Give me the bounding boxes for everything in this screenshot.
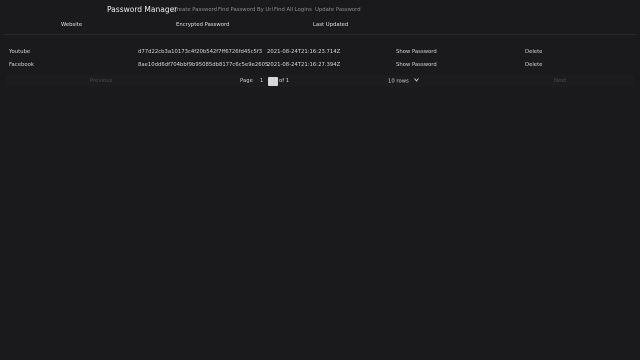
rows-per-page-select[interactable]: 10 rows [388,78,419,85]
page-label: Page [240,78,253,84]
cell-website: Facebook [9,62,34,68]
rows-per-page-value: 10 rows [388,78,409,85]
table-row: Youtube d77d22cb3a10173c4f20b542f7ff6726… [0,46,640,59]
show-password-button[interactable]: Show Password [396,49,437,55]
page-of-label: of 1 [279,78,290,84]
pagination-bar: Previous Page 1 of 1 10 rows Next [6,75,634,87]
cell-encrypted-password: d77d22cb3a10173c4f20b542f7ff6726fd45c5f3 [138,49,263,55]
navbar: Password Manager Create Password Find Pa… [0,0,640,20]
page-number: 1 [260,78,264,84]
header-divider [4,34,636,35]
column-header-website: Website [61,22,83,28]
cell-last-updated: 2021-08-24T21:16:27.394Z [267,62,341,68]
column-header-last-updated: Last Updated [313,22,349,28]
brand-title[interactable]: Password Manager [107,5,177,14]
cell-website: Youtube [9,49,31,55]
password-manager-page: Password Manager Create Password Find Pa… [0,0,640,360]
cell-encrypted-password: 8ae10dd6df704bbf9b95085db8177c6c5e9e2605 [138,62,269,68]
column-header-encrypted-password: Encrypted Password [176,22,230,28]
next-button[interactable]: Next [554,78,566,84]
delete-button[interactable]: Delete [525,62,542,68]
previous-button[interactable]: Previous [90,78,112,84]
nav-find-password-by-url[interactable]: Find Password By Url [218,7,273,13]
cell-last-updated: 2021-08-24T21:16:23.714Z [267,49,341,55]
nav-update-password[interactable]: Update Password [315,7,361,13]
table-row: Facebook 8ae10dd6df704bbf9b95085db8177c6… [0,59,640,72]
nav-find-all-logins[interactable]: Find All Logins [274,7,312,13]
delete-button[interactable]: Delete [525,49,542,55]
chevron-down-icon [413,78,419,84]
page-jump-input[interactable] [268,77,278,86]
nav-create-password[interactable]: Create Password [173,7,217,13]
show-password-button[interactable]: Show Password [396,62,437,68]
